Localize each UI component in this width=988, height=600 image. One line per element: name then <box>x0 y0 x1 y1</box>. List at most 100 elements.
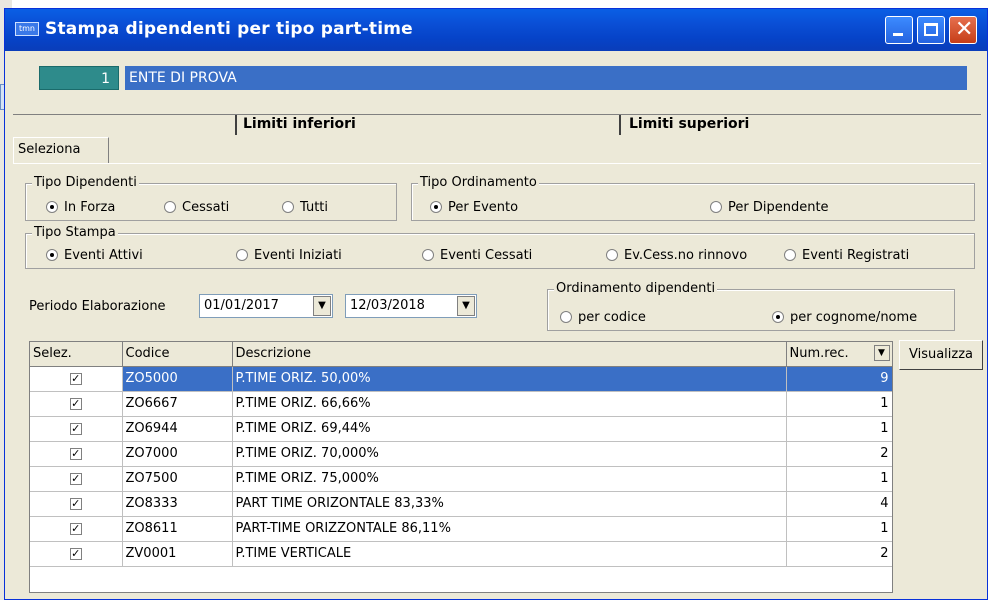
periodo-from-select[interactable]: 01/01/2017 ▼ <box>199 294 333 318</box>
tipo-dipendenti-group: Tipo Dipendenti In Forza Cessati Tutti <box>25 175 397 221</box>
table-row[interactable]: ✓ ZO5000 P.TIME ORIZ. 50,00% 9 <box>30 366 892 392</box>
row-num-rec: 9 <box>786 366 892 392</box>
row-codice: ZO6944 <box>122 416 233 442</box>
tipo-stampa-legend: Tipo Stampa <box>32 225 118 240</box>
radio-per-evento[interactable]: Per Evento <box>430 200 518 216</box>
table-row[interactable]: ✓ ZO6944 P.TIME ORIZ. 69,44% 1 <box>30 416 892 442</box>
row-select-cell[interactable]: ✓ <box>30 466 123 492</box>
radio-eventi-registrati[interactable]: Eventi Registrati <box>784 248 909 264</box>
radio-cessati[interactable]: Cessati <box>164 200 229 216</box>
ordinamento-dipendenti-group: Ordinamento dipendenti per codice per co… <box>547 281 955 331</box>
table-row[interactable]: ✓ ZO6667 P.TIME ORIZ. 66,66% 1 <box>30 391 892 417</box>
radio-icon <box>282 201 294 213</box>
limiti-superiori-label: Limiti superiori <box>629 116 750 132</box>
row-descrizione: P.TIME ORIZ. 66,66% <box>232 391 787 417</box>
row-codice: ZV0001 <box>122 541 233 567</box>
radio-selected-icon <box>430 201 442 213</box>
chevron-down-icon[interactable]: ▼ <box>313 296 331 316</box>
row-num-rec: 1 <box>786 466 892 492</box>
checkbox-checked-icon[interactable]: ✓ <box>69 373 82 385</box>
ente-code-field[interactable]: 1 <box>39 66 119 90</box>
title-bar[interactable]: tmn Stampa dipendenti per tipo part-time… <box>5 9 987 51</box>
app-icon: tmn <box>15 22 39 36</box>
tipo-stampa-group: Tipo Stampa Eventi Attivi Eventi Iniziat… <box>25 225 975 269</box>
row-descrizione: P.TIME ORIZ. 75,000% <box>232 466 787 492</box>
radio-tutti[interactable]: Tutti <box>282 200 328 216</box>
table-row[interactable]: ✓ ZV0001 P.TIME VERTICALE 2 <box>30 541 892 567</box>
checkbox-checked-icon[interactable]: ✓ <box>69 548 82 560</box>
row-select-cell[interactable]: ✓ <box>30 541 123 567</box>
radio-icon <box>164 201 176 213</box>
row-codice: ZO6667 <box>122 391 233 417</box>
table-row[interactable]: ✓ ZO8611 PART-TIME ORIZZONTALE 86,11% 1 <box>30 516 892 542</box>
row-select-cell[interactable]: ✓ <box>30 391 123 417</box>
column-header-num-rec[interactable]: Num.rec. ▼ <box>786 342 892 367</box>
radio-icon <box>236 249 248 261</box>
close-button[interactable]: ✕ <box>949 16 977 44</box>
tipo-dipendenti-legend: Tipo Dipendenti <box>32 175 139 190</box>
radio-per-dipendente[interactable]: Per Dipendente <box>710 200 829 216</box>
table-row[interactable]: ✓ ZO7500 P.TIME ORIZ. 75,000% 1 <box>30 466 892 492</box>
radio-selected-icon <box>772 311 784 323</box>
limits-header: Limiti inferiori Limiti superiori <box>13 114 981 135</box>
part-time-grid: Selez. Codice Descrizione Num.rec. ▼ ✓ ZO… <box>29 341 893 593</box>
visualizza-button[interactable]: Visualizza <box>899 340 983 370</box>
checkbox-checked-icon[interactable]: ✓ <box>69 498 82 510</box>
radio-per-codice[interactable]: per codice <box>560 310 646 326</box>
minimize-button[interactable] <box>885 16 913 44</box>
checkbox-checked-icon[interactable]: ✓ <box>69 423 82 435</box>
row-descrizione: PART-TIME ORIZZONTALE 86,11% <box>232 516 787 542</box>
row-select-cell[interactable]: ✓ <box>30 416 123 442</box>
limits-separator <box>619 115 621 135</box>
radio-icon <box>560 311 572 323</box>
row-codice: ZO5000 <box>122 366 233 392</box>
row-descrizione: P.TIME VERTICALE <box>232 541 787 567</box>
row-select-cell[interactable]: ✓ <box>30 516 123 542</box>
limits-separator <box>235 115 237 135</box>
radio-eventi-cessati[interactable]: Eventi Cessati <box>422 248 532 264</box>
row-num-rec: 1 <box>786 416 892 442</box>
radio-icon <box>710 201 722 213</box>
checkbox-checked-icon[interactable]: ✓ <box>69 523 82 535</box>
row-codice: ZO8333 <box>122 491 233 517</box>
row-descrizione: P.TIME ORIZ. 69,44% <box>232 416 787 442</box>
table-row[interactable]: ✓ ZO7000 P.TIME ORIZ. 70,000% 2 <box>30 441 892 467</box>
row-num-rec: 2 <box>786 541 892 567</box>
row-descrizione: P.TIME ORIZ. 50,00% <box>232 366 787 392</box>
row-codice: ZO7000 <box>122 441 233 467</box>
periodo-elaborazione-label: Periodo Elaborazione <box>29 299 166 314</box>
tipo-ordinamento-legend: Tipo Ordinamento <box>418 175 539 190</box>
table-row[interactable]: ✓ ZO8333 PART TIME ORIZONTALE 83,33% 4 <box>30 491 892 517</box>
row-select-cell[interactable]: ✓ <box>30 366 123 392</box>
column-header-descrizione[interactable]: Descrizione <box>232 342 787 367</box>
row-select-cell[interactable]: ✓ <box>30 441 123 467</box>
column-header-selez[interactable]: Selez. <box>30 342 123 367</box>
checkbox-checked-icon[interactable]: ✓ <box>69 473 82 485</box>
row-descrizione: PART TIME ORIZONTALE 83,33% <box>232 491 787 517</box>
radio-in-forza[interactable]: In Forza <box>46 200 115 216</box>
checkbox-checked-icon[interactable]: ✓ <box>69 398 82 410</box>
limiti-inferiori-label: Limiti inferiori <box>243 116 356 132</box>
row-codice: ZO8611 <box>122 516 233 542</box>
checkbox-checked-icon[interactable]: ✓ <box>69 448 82 460</box>
radio-ev-cess-no-rinnovo[interactable]: Ev.Cess.no rinnovo <box>606 248 747 264</box>
radio-icon <box>784 249 796 261</box>
close-icon: ✕ <box>955 17 974 42</box>
row-codice: ZO7500 <box>122 466 233 492</box>
chevron-down-icon[interactable]: ▼ <box>457 296 475 316</box>
ordinamento-dipendenti-legend: Ordinamento dipendenti <box>554 281 718 296</box>
tab-seleziona[interactable]: Seleziona <box>13 137 109 163</box>
radio-per-cognome-nome[interactable]: per cognome/nome <box>772 310 917 326</box>
periodo-to-select[interactable]: 12/03/2018 ▼ <box>345 294 477 318</box>
radio-icon <box>606 249 618 261</box>
maximize-button[interactable] <box>917 16 945 44</box>
radio-eventi-attivi[interactable]: Eventi Attivi <box>46 248 143 264</box>
tipo-ordinamento-group: Tipo Ordinamento Per Evento Per Dipenden… <box>411 175 975 221</box>
maximize-icon <box>924 23 938 36</box>
column-header-codice[interactable]: Codice <box>122 342 233 367</box>
radio-selected-icon <box>46 201 58 213</box>
radio-eventi-iniziati[interactable]: Eventi Iniziati <box>236 248 342 264</box>
chevron-down-icon[interactable]: ▼ <box>873 345 890 361</box>
row-select-cell[interactable]: ✓ <box>30 491 123 517</box>
ente-name-field[interactable]: ENTE DI PROVA <box>125 66 967 90</box>
